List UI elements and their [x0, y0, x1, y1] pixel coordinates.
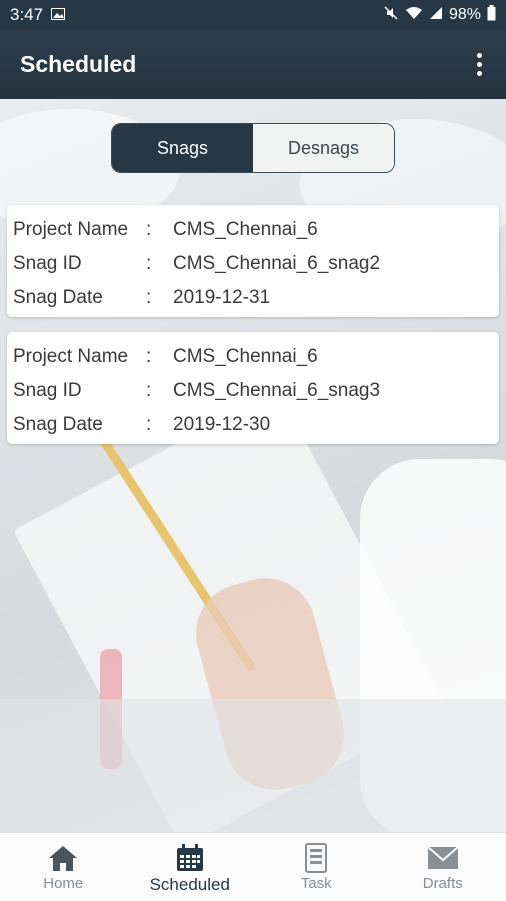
snag-id-label: Snag ID	[13, 253, 146, 275]
separator: :	[146, 287, 173, 309]
status-bar: 3:47 98%	[0, 0, 506, 30]
project-name-value: CMS_Chennai_6	[173, 219, 318, 241]
snag-date-label: Snag Date	[13, 287, 146, 309]
nav-label-drafts: Drafts	[423, 875, 463, 892]
nav-label-task: Task	[301, 875, 332, 892]
snag-id-label: Snag ID	[13, 380, 146, 402]
calendar-icon	[174, 843, 206, 873]
bottom-nav: Home Scheduled Tas	[0, 832, 506, 901]
separator: :	[146, 253, 173, 275]
snag-date-label: Snag Date	[13, 414, 146, 436]
card-row-snag-id: Snag ID : CMS_Chennai_6_snag2	[13, 247, 493, 281]
status-right: 98%	[383, 5, 496, 26]
nav-home[interactable]: Home	[0, 833, 127, 901]
page-title: Scheduled	[20, 51, 136, 78]
project-name-value: CMS_Chennai_6	[173, 346, 318, 368]
mail-icon	[427, 843, 459, 873]
nav-drafts[interactable]: Drafts	[380, 833, 506, 901]
card-row-project: Project Name : CMS_Chennai_6	[13, 213, 493, 247]
card-row-snag-date: Snag Date : 2019-12-31	[13, 281, 493, 315]
project-name-label: Project Name	[13, 346, 146, 368]
nav-task[interactable]: Task	[253, 833, 380, 901]
card-row-snag-id: Snag ID : CMS_Chennai_6_snag3	[13, 374, 493, 408]
separator: :	[146, 414, 173, 436]
separator: :	[146, 346, 173, 368]
separator: :	[146, 380, 173, 402]
snag-id-value: CMS_Chennai_6_snag3	[173, 380, 380, 402]
tab-snags[interactable]: Snags	[112, 124, 253, 172]
more-vert-icon[interactable]	[471, 47, 488, 82]
card-row-project: Project Name : CMS_Chennai_6	[13, 340, 493, 374]
snag-card[interactable]: Project Name : CMS_Chennai_6 Snag ID : C…	[7, 332, 499, 444]
snag-card[interactable]: Project Name : CMS_Chennai_6 Snag ID : C…	[7, 205, 499, 317]
card-row-snag-date: Snag Date : 2019-12-30	[13, 408, 493, 442]
battery-text: 98%	[449, 6, 481, 24]
app-bar: Scheduled	[0, 30, 506, 99]
separator: :	[146, 219, 173, 241]
status-left: 3:47	[10, 5, 65, 25]
image-icon	[51, 5, 65, 25]
wifi-icon	[405, 6, 423, 25]
battery-icon	[487, 5, 496, 26]
tab-desnags[interactable]: Desnags	[253, 124, 394, 172]
segment-control: Snags Desnags	[111, 123, 395, 173]
snag-id-value: CMS_Chennai_6_snag2	[173, 253, 380, 275]
signal-icon	[429, 6, 443, 25]
nav-scheduled[interactable]: Scheduled	[127, 833, 254, 901]
nav-label-home: Home	[43, 875, 83, 892]
status-time: 3:47	[10, 5, 43, 25]
home-icon	[47, 843, 79, 873]
snag-date-value: 2019-12-30	[173, 414, 270, 436]
task-icon	[300, 843, 332, 873]
mute-icon	[383, 5, 399, 26]
snag-date-value: 2019-12-31	[173, 287, 270, 309]
nav-label-scheduled: Scheduled	[150, 875, 230, 895]
project-name-label: Project Name	[13, 219, 146, 241]
